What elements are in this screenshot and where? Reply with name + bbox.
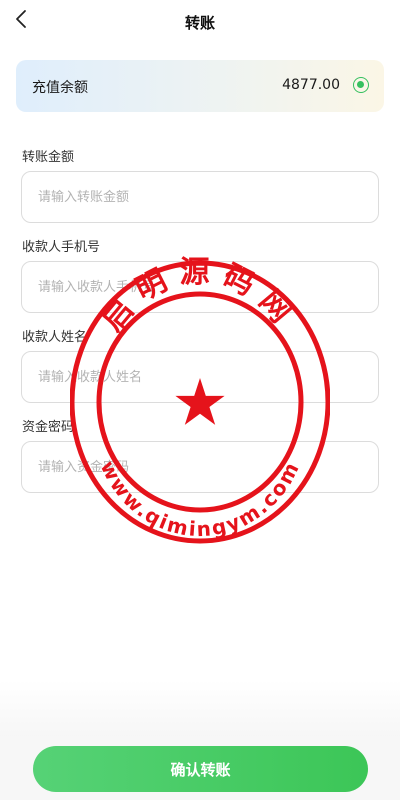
balance-radio-selected[interactable] (353, 77, 369, 93)
page-title: 转账 (184, 14, 215, 32)
top-bar: 转账 (0, 0, 400, 46)
phone-input[interactable] (21, 261, 379, 313)
password-label: 资金密码 (22, 420, 75, 435)
phone-label: 收款人手机号 (22, 240, 101, 255)
balance-label: 充值余额 (32, 80, 88, 96)
name-input[interactable] (21, 351, 379, 403)
amount-label: 转账金额 (22, 150, 75, 165)
amount-input[interactable] (21, 171, 379, 223)
bottom-bar: 确认转账 (0, 736, 400, 800)
password-input[interactable] (21, 441, 379, 493)
radio-dot-icon (357, 81, 364, 88)
confirm-transfer-button[interactable]: 确认转账 (33, 746, 368, 792)
balance-card[interactable]: 充值余额 4877.00 (16, 60, 384, 112)
bottom-fade (0, 680, 400, 740)
balance-value: 4877.00 (282, 77, 340, 93)
name-label: 收款人姓名 (22, 330, 88, 345)
